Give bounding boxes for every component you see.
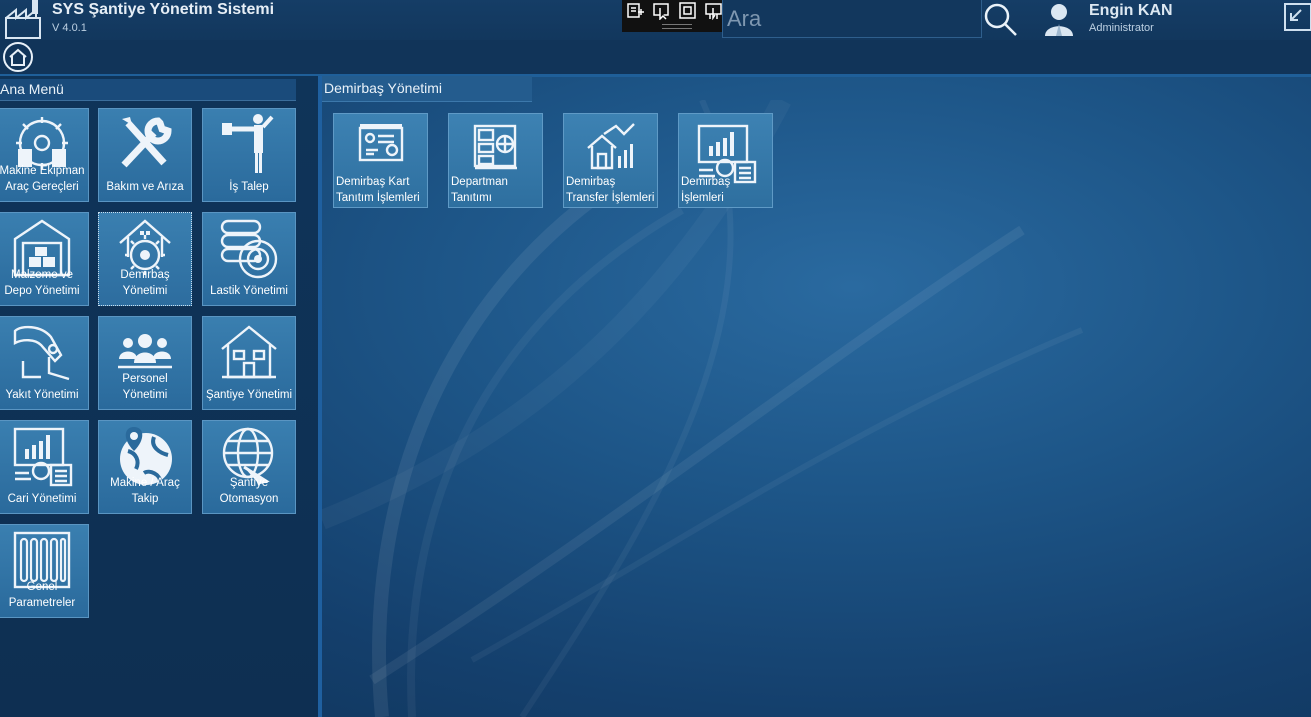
tile-label-line-1: Makine Ekipman [0, 165, 85, 177]
left-menu-tile-0[interactable]: Makine Ekipman Araç Gereçleri [0, 108, 89, 202]
left-menu-tile-5[interactable]: Lastik Yönetimi [202, 212, 296, 306]
tile-label-line-2: Otomasyon [219, 493, 279, 505]
user-name: Engin KAN [1089, 2, 1173, 19]
panel-splitter[interactable] [318, 76, 322, 717]
demirbas-tile-label: Departman Tanıtımı [451, 174, 508, 206]
tile-label-line-1: Personel Yönetimi [122, 373, 168, 401]
left-menu-tile-2[interactable]: İş Talep [202, 108, 296, 202]
user-avatar-icon[interactable] [1042, 1, 1076, 37]
left-menu-tile-label: Şantiye Otomasyon [203, 475, 295, 507]
app-title: SYS Şantiye Yönetim Sistemi [52, 1, 275, 18]
fullscreen-capture-icon[interactable] [704, 2, 724, 20]
left-menu-tile-11[interactable]: Şantiye Otomasyon [202, 420, 296, 514]
tile-label-line-2: Tanıtım İşlemleri [336, 192, 420, 204]
tile-label-line-1: Demirbaş [681, 176, 731, 188]
left-menu-tile-label: Bakım ve Arıza [99, 179, 191, 195]
tile-label-line-2: Tanıtımı [451, 192, 492, 204]
section-title: Demirbaş Yönetimi [324, 80, 443, 96]
tile-label-line-1: Makine / Araç [110, 477, 180, 489]
toolbar-drag-handle[interactable] [662, 24, 692, 29]
left-menu-tile-label: Malzeme ve Depo Yönetimi [0, 267, 88, 299]
left-menu-tile-label: İş Talep [203, 179, 295, 195]
search-input[interactable] [725, 4, 979, 34]
left-menu-tile-7[interactable]: Personel Yönetimi [98, 316, 192, 410]
tile-label-line-1: Demirbaş Kart [336, 176, 410, 188]
left-menu-tile-3[interactable]: Malzeme ve Depo Yönetimi [0, 212, 89, 306]
tile-label-line-1: Lastik Yönetimi [210, 285, 288, 297]
toolbar-strip [0, 40, 1311, 77]
demirbas-tile-label: Demirbaş İşlemleri [681, 174, 730, 206]
tile-label-line-2: Yönetimi [122, 285, 168, 297]
tile-label-line-1: Demirbaş [566, 176, 616, 188]
tile-label-line-1: Bakım ve Arıza [106, 181, 184, 193]
left-menu-tile-label: Personel Yönetimi [99, 371, 191, 403]
left-menu-tile-label: Makine Ekipman Araç Gereçleri [0, 163, 88, 195]
window-capture-icon[interactable] [678, 2, 698, 20]
left-menu-tile-4[interactable]: Demirbaş Yönetimi [98, 212, 192, 306]
left-menu-tile-label: Şantiye Yönetimi [203, 387, 295, 403]
tile-label-line-1: İş Talep [229, 181, 269, 193]
left-menu-tile-label: Yakıt Yönetimi [0, 387, 88, 403]
window-resize-icon[interactable] [1283, 2, 1311, 32]
left-menu-tile-label: Genel Parametreler [0, 579, 88, 611]
left-menu-tile-label: Lastik Yönetimi [203, 283, 295, 299]
tile-label-line-1: Genel [26, 581, 58, 593]
left-menu-title: Ana Menü [0, 81, 64, 97]
left-menu-tile-9[interactable]: Cari Yönetimi [0, 420, 89, 514]
left-menu-tile-label: Demirbaş Yönetimi [99, 267, 191, 299]
search-box[interactable] [722, 0, 982, 38]
app-version: V 4.0.1 [52, 22, 87, 34]
tile-label-line-2: Parametreler [8, 597, 76, 609]
tile-label-line-1: Şantiye Yönetimi [205, 389, 293, 401]
left-menu-tile-12[interactable]: Genel Parametreler [0, 524, 89, 618]
tile-label-line-1: Şantiye [229, 477, 269, 489]
left-menu-header: Ana Menü [0, 79, 296, 101]
demirbas-tile-label: Demirbaş Transfer İşlemleri [566, 174, 654, 206]
section-header: Demirbaş Yönetimi [322, 76, 532, 101]
left-menu-tile-8[interactable]: Şantiye Yönetimi [202, 316, 296, 410]
left-menu-tile-label: Cari Yönetimi [0, 491, 88, 507]
user-role: Administrator [1089, 22, 1154, 34]
tile-label-line-2: Transfer İşlemleri [566, 192, 655, 204]
region-capture-icon[interactable] [626, 2, 646, 20]
demirbas-tile-3[interactable]: Demirbaş İşlemleri [678, 113, 773, 208]
factory-logo-icon [5, 0, 41, 39]
tile-label-line-1: Demirbaş [120, 269, 170, 281]
tile-label-line-2: Araç Gereçleri [5, 181, 79, 193]
demirbas-tile-0[interactable]: Demirbaş Kart Tanıtım İşlemleri [333, 113, 428, 208]
tile-label-line-1: Cari Yönetimi [7, 493, 77, 505]
capture-toolbar [622, 0, 730, 32]
left-menu-tile-label: Makine / Araç Takip [99, 475, 191, 507]
search-icon[interactable] [980, 0, 1020, 38]
pointer-capture-icon[interactable] [652, 2, 672, 20]
home-icon[interactable] [2, 41, 34, 73]
tile-label-line-2: Depo Yönetimi [4, 285, 80, 297]
left-menu-tile-6[interactable]: Yakıt Yönetimi [0, 316, 89, 410]
left-menu-tile-10[interactable]: Makine / Araç Takip [98, 420, 192, 514]
tile-label-line-1: Yakıt Yönetimi [5, 389, 79, 401]
demirbas-tile-2[interactable]: Demirbaş Transfer İşlemleri [563, 113, 658, 208]
tile-label-line-1: Departman [451, 176, 508, 188]
tile-label-line-2: İşlemleri [681, 192, 724, 204]
tile-label-line-1: Malzeme ve [11, 269, 73, 281]
tile-label-line-2: Takip [131, 493, 159, 505]
left-menu-tile-1[interactable]: Bakım ve Arıza [98, 108, 192, 202]
demirbas-tile-label: Demirbaş Kart Tanıtım İşlemleri [336, 174, 420, 206]
demirbas-tile-1[interactable]: Departman Tanıtımı [448, 113, 543, 208]
